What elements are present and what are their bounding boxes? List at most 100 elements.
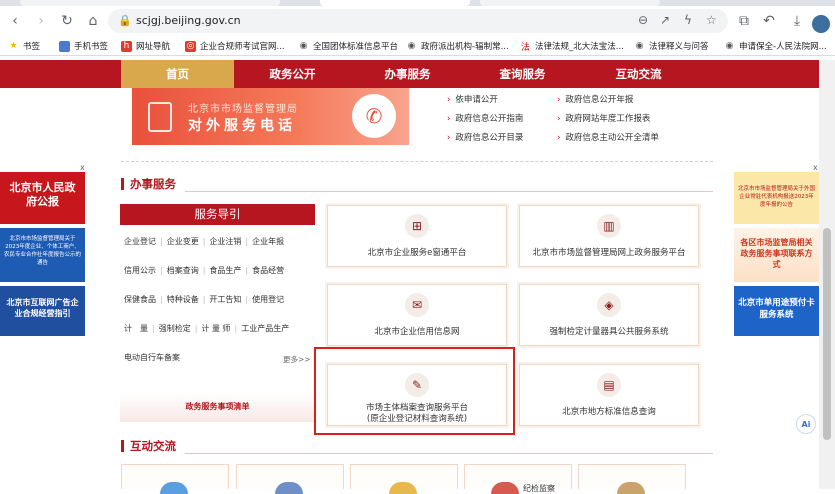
close-icon[interactable]: x xyxy=(813,163,818,172)
undo-icon[interactable]: ↶ xyxy=(758,6,780,36)
guide-link[interactable]: 企业注销 xyxy=(209,237,241,246)
divider xyxy=(185,191,713,192)
nav-gov-affairs[interactable]: 政务公开 xyxy=(236,60,349,88)
phone-icon xyxy=(59,40,70,52)
guide-link[interactable]: 企业年报 xyxy=(252,237,284,246)
star-icon[interactable]: ☆ xyxy=(706,13,717,27)
ad-internet-ads[interactable]: 北京市互联网广告企业合规经营指引 xyxy=(0,286,85,336)
address-bar[interactable]: 🔒 scjgj.beijing.gov.cn ⊖ ↗ ϟ ☆ xyxy=(108,9,728,33)
nav-query[interactable]: 查询服务 xyxy=(466,60,579,88)
guide-link[interactable]: 企业登记 xyxy=(124,237,156,246)
interaction-card[interactable] xyxy=(350,464,458,494)
service-card[interactable]: ◈ 强制检定计量器具公共服务系统 xyxy=(519,284,699,346)
ad-gov-gazette[interactable]: 北京市人民政府公报 xyxy=(0,172,85,224)
guide-link[interactable]: 特种设备 xyxy=(167,295,199,304)
reload-icon[interactable]: ↻ xyxy=(56,6,78,36)
service-card[interactable]: ✉ 北京市企业信用信息网 xyxy=(327,284,507,346)
ad-prepaid-card[interactable]: 北京市单用途预付卡服务系统 xyxy=(734,286,819,336)
guide-link[interactable]: 企业变更 xyxy=(167,237,199,246)
interaction-card[interactable] xyxy=(578,464,686,494)
guide-link[interactable]: 信用公示 xyxy=(124,266,156,275)
bookmark-item[interactable]: ◉ 政府派出机构-辐制常... xyxy=(406,39,509,53)
close-icon[interactable]: x xyxy=(80,163,85,172)
bookmarks-bar: ★ 书签 手机书签 h 网址导航 ◎ 企业合规师考试官网... ◉ 全国团体标准信息平台… xyxy=(0,36,835,56)
flash-icon[interactable]: ϟ xyxy=(684,13,692,27)
hotline-title: 对外服务电话 xyxy=(188,118,296,134)
nav-services[interactable]: 办事服务 xyxy=(351,60,464,88)
interaction-card[interactable] xyxy=(236,464,344,494)
open-link[interactable]: 依申请公开 xyxy=(447,93,498,105)
guide-link[interactable]: 保健食品 xyxy=(124,295,156,304)
open-link[interactable]: 政府信息公开目录 xyxy=(447,131,523,143)
bookmark-item[interactable]: 手机书签 xyxy=(59,39,108,53)
guide-link[interactable]: 使用登记 xyxy=(252,295,284,304)
service-list-banner[interactable]: 政务服务事项清单 xyxy=(120,392,315,422)
service-card-label: 北京市企业服务e窗通平台 xyxy=(367,248,467,258)
service-guide-title: 服务导引 xyxy=(120,204,315,225)
extension-icon[interactable]: ⧉ xyxy=(733,6,755,36)
open-link[interactable]: 政府信息公开年报 xyxy=(557,93,633,105)
guide-link[interactable]: 食品经营 xyxy=(252,266,284,275)
circle-icon xyxy=(275,482,303,494)
open-link[interactable]: 政府信息主动公开全清单 xyxy=(557,131,659,143)
guide-row: 保健食品 | 特种设备 | 开工告知 | 使用登记 xyxy=(124,295,285,304)
hotline-banner[interactable]: 北京市市场监督管理局 对外服务电话 ✆ xyxy=(132,88,409,145)
guide-link[interactable]: 档案查询 xyxy=(167,266,199,275)
ad-annual-report[interactable]: 北京市市场监督管理局关于2023年度企业、个体工商户、农民专业合作社年度报告公示… xyxy=(0,228,85,282)
guide-link[interactable]: 计 量 xyxy=(124,324,148,333)
bookmark-item[interactable]: ◉ 全国团体标准信息平台 xyxy=(298,39,398,53)
scrollbar-thumb[interactable] xyxy=(823,228,831,440)
building-icon: ▥ xyxy=(597,214,621,238)
site-icon: ◎ xyxy=(185,40,196,52)
globe-icon: ◉ xyxy=(299,41,308,51)
bookmark-item[interactable]: ◉ 申请保全-人民法院网... xyxy=(724,39,827,53)
bookmark-item[interactable]: ◉ 法律释义与问答 xyxy=(634,39,709,53)
section-title-interaction: 互动交流 xyxy=(121,440,176,452)
guide-link[interactable]: 开工告知 xyxy=(209,295,241,304)
ad-district-contacts[interactable]: 各区市场监管局相关政务服务事项联系方式 xyxy=(734,228,819,282)
bookmark-item[interactable]: h 网址导航 xyxy=(121,39,170,53)
ai-assistant-button[interactable]: Ai xyxy=(796,414,816,434)
service-card-label: 北京市地方标准信息查询 xyxy=(562,407,656,417)
service-card-label: 北京市企业信用信息网 xyxy=(374,327,460,337)
page-scrollbar[interactable] xyxy=(819,60,835,489)
bookmark-item[interactable]: ★ 书签 xyxy=(8,39,40,53)
guide-link[interactable]: 强制检定 xyxy=(159,324,191,333)
site-nav: 首页 政务公开 办事服务 查询服务 互动交流 xyxy=(0,60,835,88)
interaction-card[interactable]: 纪检监察 xyxy=(464,464,572,494)
back-icon[interactable]: ‹ xyxy=(4,6,26,36)
open-link[interactable]: 政府信息公开指南 xyxy=(447,112,523,124)
home-icon[interactable]: ⌂ xyxy=(82,6,104,36)
share-icon[interactable]: ↗ xyxy=(660,13,670,27)
guide-link[interactable]: 食品生产 xyxy=(209,266,241,275)
browser-toolbar: ‹ › ↻ ⌂ 🔒 scjgj.beijing.gov.cn ⊖ ↗ ϟ ☆ ⧉… xyxy=(0,6,835,36)
guide-link[interactable]: 电动自行车备案 xyxy=(124,353,180,362)
service-card[interactable]: ⊞ 北京市企业服务e窗通平台 xyxy=(327,205,507,267)
ad-text: 各区市场监管局相关政务服务事项联系方式 xyxy=(740,238,813,269)
nav-interaction[interactable]: 互动交流 xyxy=(582,60,695,88)
divider xyxy=(121,161,713,162)
bookmark-item[interactable]: ◎ 企业合规师考试官网... xyxy=(185,39,285,53)
ad-text: 北京市人民政府公报 xyxy=(9,181,76,208)
phone-icon: ✆ xyxy=(352,94,396,138)
open-link[interactable]: 政府网站年度工作报表 xyxy=(557,112,650,124)
ad-foreign-rep[interactable]: 北京市市场监督管理局关于外国企业常驻代表机构报送2023年度年报的公告 xyxy=(734,172,819,224)
section-title-services: 办事服务 xyxy=(121,178,176,190)
more-link[interactable]: 更多>> xyxy=(283,354,311,365)
profile-avatar[interactable] xyxy=(812,15,830,33)
bookmark-item[interactable]: 法法律法规_北大法宝法... xyxy=(520,39,624,53)
guide-link[interactable]: 工业产品生产 xyxy=(241,324,289,333)
highlight-box xyxy=(314,347,515,435)
archive-icon: ▤ xyxy=(597,373,621,397)
guide-link[interactable]: 计 量 师 xyxy=(201,324,230,333)
service-card[interactable]: ▥ 北京市市场监督管理局网上政务服务平台 xyxy=(519,205,699,267)
interaction-card[interactable] xyxy=(121,464,229,494)
forward-icon[interactable]: › xyxy=(30,6,52,36)
guide-row: 信用公示 | 档案查询 | 食品生产 | 食品经营 xyxy=(124,266,285,275)
download-icon[interactable]: ⤓ xyxy=(786,6,808,36)
nav-home[interactable]: 首页 xyxy=(121,60,234,88)
service-card[interactable]: ▤ 北京市地方标准信息查询 xyxy=(519,364,699,426)
network-icon: ⊞ xyxy=(405,214,429,238)
zoom-icon[interactable]: ⊖ xyxy=(638,13,648,27)
ad-text: 北京市市场监督管理局关于外国企业常驻代表机构报送2023年度年报的公告 xyxy=(737,186,815,208)
